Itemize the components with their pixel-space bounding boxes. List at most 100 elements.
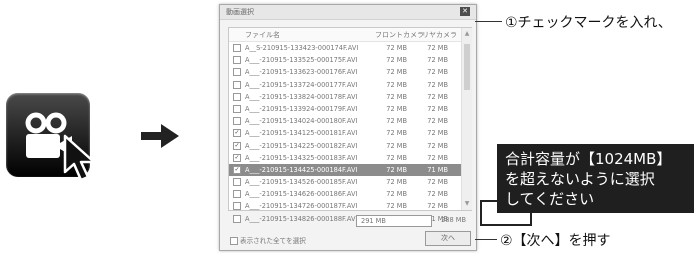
file-checkbox[interactable]	[233, 56, 241, 65]
file-checkbox[interactable]	[233, 190, 241, 199]
dialog-titlebar: 動画選択 ✕	[220, 5, 476, 20]
total-front-size: 291 MB	[356, 215, 432, 227]
file-checkbox[interactable]: ✓	[233, 165, 241, 174]
file-name: A___-210915-133525-000175F.AVI	[245, 56, 358, 65]
select-all-option[interactable]: 表示された全てを選択	[230, 235, 306, 245]
file-checkbox[interactable]	[233, 214, 241, 223]
file-row[interactable]: A___-210915-134626-000186F.AVI 72 MB 72 MB	[229, 188, 461, 200]
size-limit-callout: 合計容量が【1024MB】 を超えないように選択 してください	[497, 144, 694, 213]
step1-instruction: ①チェックマークを入れ、	[505, 15, 672, 31]
mouse-pointer-icon	[63, 134, 96, 182]
front-size: 72 MB	[386, 56, 407, 65]
rear-size: 72 MB	[427, 178, 448, 187]
front-size: 72 MB	[386, 117, 407, 126]
file-checkbox[interactable]	[233, 117, 241, 126]
close-icon[interactable]: ✕	[460, 7, 470, 16]
file-rows: A__S-210915-133423-000174F.AVI 72 MB 72 MB…	[229, 42, 461, 225]
file-checkbox[interactable]: ✓	[233, 153, 241, 162]
file-name: A___-210915-134425-000184F.AVI	[245, 165, 358, 174]
file-checkbox[interactable]	[233, 104, 241, 113]
file-row[interactable]: A___-210915-133824-000178F.AVI 72 MB 72 MB	[229, 91, 461, 103]
file-checkbox[interactable]: ✓	[233, 129, 241, 138]
file-checkbox[interactable]	[233, 202, 241, 211]
front-size: 72 MB	[386, 44, 407, 52]
file-checkbox[interactable]: ✓	[233, 141, 241, 150]
total-rear-size: 288 MB	[441, 216, 466, 224]
front-size: 72 MB	[386, 68, 407, 77]
step2-leader-line	[475, 239, 497, 240]
rear-size: 72 MB	[427, 68, 448, 77]
file-row[interactable]: A___-210915-133924-000179F.AVI 72 MB 72 MB	[229, 103, 461, 115]
file-name: A___-210915-133623-000176F.AVI	[245, 68, 358, 77]
file-name: A___-210915-134024-000180F.AVI	[245, 117, 358, 126]
rear-size: 72 MB	[427, 141, 448, 150]
video-select-dialog: 動画選択 ✕ ファイル名 フロントカメラ リヤカメラ A__S-210915-1…	[219, 4, 477, 251]
file-row[interactable]: A___-210915-133623-000176F.AVI 72 MB 72 MB	[229, 66, 461, 78]
file-row[interactable]: ✓ A___-210915-134325-000183F.AVI 72 MB 72 M…	[229, 152, 461, 164]
step1-leader-line	[475, 21, 502, 22]
column-file-name[interactable]: ファイル名	[245, 30, 280, 40]
file-checkbox[interactable]	[233, 68, 241, 77]
file-list: ファイル名 フロントカメラ リヤカメラ A__S-210915-133423-0…	[228, 27, 472, 223]
callout-line-1: 合計容量が【1024MB】	[505, 150, 672, 168]
file-row[interactable]: A___-210915-134024-000180F.AVI 72 MB 72 MB	[229, 115, 461, 127]
rear-size: 71 MB	[427, 165, 448, 174]
rear-size: 72 MB	[427, 80, 448, 89]
file-name: A___-210915-134626-000186F.AVI	[245, 190, 358, 199]
column-front-camera[interactable]: フロントカメラ	[375, 30, 424, 40]
file-name: A___-210915-134225-000182F.AVI	[245, 141, 358, 150]
file-checkbox[interactable]	[233, 44, 241, 52]
file-name: A___-210915-133924-000179F.AVI	[245, 104, 358, 113]
scroll-up-icon[interactable]: ▲	[463, 30, 471, 38]
front-size: 72 MB	[386, 104, 407, 113]
file-name: A__S-210915-133423-000174F.AVI	[245, 44, 359, 52]
callout-line-2: を超えないように選択	[505, 170, 655, 188]
rear-size: 72 MB	[427, 202, 448, 211]
front-size: 72 MB	[386, 141, 407, 150]
file-row[interactable]: A__S-210915-133423-000174F.AVI 72 MB 72 MB	[229, 42, 461, 54]
scrollbar[interactable]: ▲ ▼	[461, 28, 472, 210]
file-row[interactable]: A___-210915-133525-000175F.AVI 72 MB 72 MB	[229, 54, 461, 66]
file-checkbox[interactable]	[233, 178, 241, 187]
front-size: 72 MB	[386, 202, 407, 211]
file-row[interactable]: ✓ A___-210915-134125-000181F.AVI 72 MB 72 M…	[229, 127, 461, 139]
file-row[interactable]: ✓ A___-210915-134225-000182F.AVI 72 MB 72 M…	[229, 140, 461, 152]
file-name: A___-210915-134726-000187F.AVI	[245, 202, 358, 211]
select-all-checkbox[interactable]	[230, 237, 238, 245]
select-all-label: 表示された全てを選択	[240, 237, 306, 245]
front-size: 72 MB	[386, 92, 407, 101]
file-list-header: ファイル名 フロントカメラ リヤカメラ	[229, 28, 461, 42]
rear-size: 72 MB	[427, 104, 448, 113]
file-row[interactable]: A___-210915-133724-000177F.AVI 72 MB 72 MB	[229, 79, 461, 91]
rear-size: 72 MB	[427, 56, 448, 65]
file-checkbox[interactable]	[233, 92, 241, 101]
scroll-down-icon[interactable]: ▼	[463, 200, 471, 208]
front-size: 72 MB	[386, 129, 407, 138]
rear-size: 72 MB	[427, 117, 448, 126]
front-size: 72 MB	[386, 80, 407, 89]
scroll-thumb[interactable]	[464, 44, 470, 90]
rear-size: 72 MB	[427, 44, 448, 52]
file-checkbox[interactable]	[233, 80, 241, 89]
file-row[interactable]: A___-210915-134726-000187F.AVI 72 MB 72 MB	[229, 200, 461, 212]
file-row[interactable]: ✓ A___-210915-134425-000184F.AVI 72 MB 71 M…	[229, 163, 461, 177]
column-rear-camera[interactable]: リヤカメラ	[422, 30, 457, 40]
rear-size: 72 MB	[427, 129, 448, 138]
right-arrow-icon	[141, 124, 179, 148]
next-button[interactable]: 次へ	[425, 231, 471, 246]
file-name: A___-210915-134125-000181F.AVI	[245, 129, 358, 138]
step2-instruction: ②【次へ】を押す	[500, 233, 611, 249]
file-name: A___-210915-134325-000183F.AVI	[245, 153, 358, 162]
file-name: A___-210915-134526-000185F.AVI	[245, 178, 358, 187]
rear-size: 72 MB	[427, 153, 448, 162]
front-size: 72 MB	[386, 153, 407, 162]
front-size: 72 MB	[386, 190, 407, 199]
file-row[interactable]: A___-210915-134526-000185F.AVI 72 MB 72 MB	[229, 176, 461, 188]
file-name: A___-210915-133824-000178F.AVI	[245, 92, 358, 101]
callout-line-3: してください	[505, 190, 595, 208]
file-name: A___-210915-133724-000177F.AVI	[245, 80, 358, 89]
dialog-title: 動画選択	[226, 8, 254, 16]
rear-size: 72 MB	[427, 190, 448, 199]
rear-size: 72 MB	[427, 92, 448, 101]
front-size: 72 MB	[386, 178, 407, 187]
